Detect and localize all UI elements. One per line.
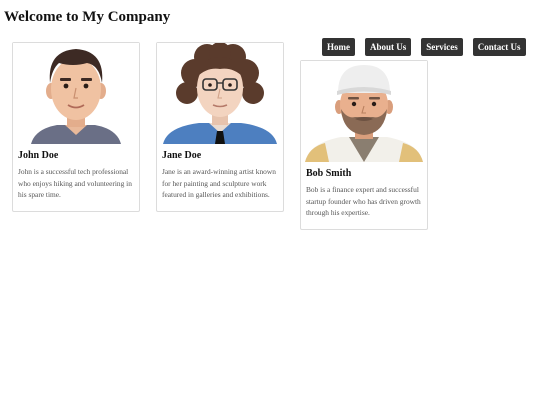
portrait-jane-doe	[157, 43, 283, 144]
person-description: John is a successful tech professional w…	[18, 167, 132, 199]
person-name: John Doe	[18, 150, 59, 161]
main-nav: Home About Us Services Contact Us	[322, 38, 536, 56]
portrait-bob-smith	[301, 61, 427, 162]
nav-home-button[interactable]: Home	[322, 38, 355, 56]
nav-contact-us-button[interactable]: Contact Us	[472, 38, 526, 56]
person-card-bob-smith: Bob Smith Bob is a finance expert and su…	[300, 60, 428, 230]
nav-about-us-button[interactable]: About Us	[365, 38, 412, 56]
person-description: Bob is a finance expert and successful s…	[306, 185, 421, 217]
curly-hair-man-avatar-illustration	[157, 43, 283, 144]
man-avatar-illustration	[13, 43, 139, 144]
person-name: Jane Doe	[162, 150, 202, 161]
person-card-john-doe: John Doe John is a successful tech profe…	[12, 42, 140, 212]
page-title: Welcome to My Company	[4, 9, 171, 25]
portrait-john-doe	[13, 43, 139, 144]
person-name: Bob Smith	[306, 168, 352, 179]
bearded-man-cap-avatar-illustration	[301, 61, 427, 162]
nav-services-button[interactable]: Services	[421, 38, 463, 56]
person-description: Jane is an award-winning artist known fo…	[162, 167, 276, 199]
person-card-jane-doe: Jane Doe Jane is an award-winning artist…	[156, 42, 284, 212]
